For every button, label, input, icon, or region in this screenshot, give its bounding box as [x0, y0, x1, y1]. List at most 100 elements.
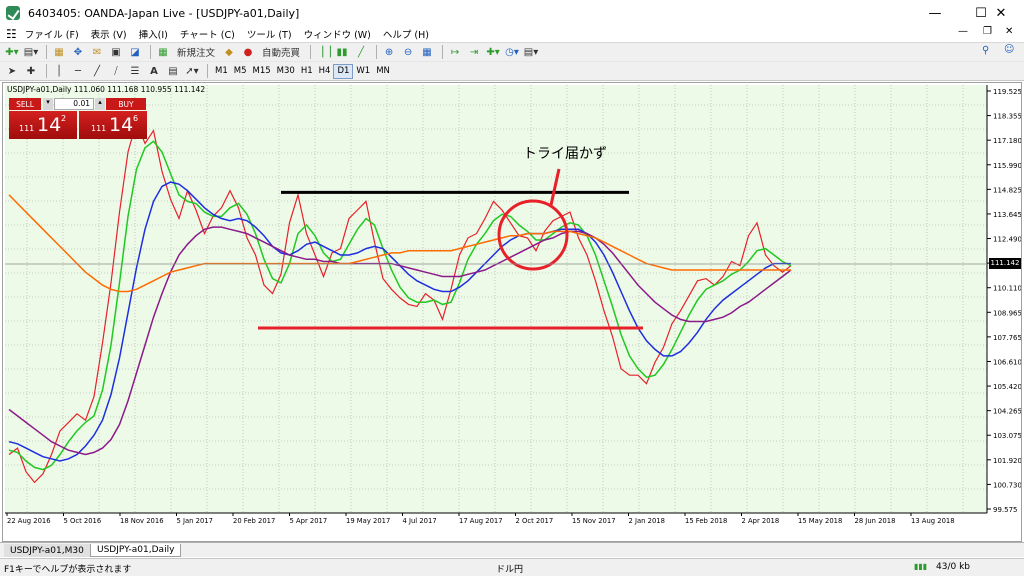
terminal-icon[interactable]: ▣ [108, 44, 124, 60]
buy-button[interactable]: 111 14 6 [79, 111, 147, 139]
close-button[interactable]: ✕ [978, 0, 1024, 26]
menu-view[interactable]: 表示 (V) [91, 27, 127, 41]
profiles-icon[interactable]: ▤▾ [23, 44, 39, 60]
title-bar: 6403405: OANDA-Japan Live - [USDJPY-a01,… [0, 0, 1024, 26]
drawing-toolbar: ➤ ✚ │ ─ ╱ ⧸ ☰ A ▤ ➚▾ M1 M5 M15 M30 H1 H4… [0, 61, 1024, 81]
menu-help[interactable]: ヘルプ (H) [383, 27, 429, 41]
chart-window[interactable]: 119.525 118.355 117.180 115.990 114.825 113.6… [2, 82, 1022, 542]
auto-trade-icon[interactable]: ● [240, 44, 256, 60]
crosshair-icon[interactable]: ✚ [23, 63, 39, 79]
sell-button-label[interactable]: SELL [9, 98, 41, 110]
cursor-icon[interactable]: ➤ [4, 63, 20, 79]
zoom-out-icon[interactable]: ⊖ [400, 44, 416, 60]
sell-button[interactable]: 111 14 2 [9, 111, 77, 139]
date-tick-label: 15 Feb 2018 [685, 517, 727, 525]
menu-bar: ☷ ファイル (F) 表示 (V) 挿入(I) チャート (C) ツール (T)… [0, 26, 1024, 42]
price-tick-label: 106.610 [993, 358, 1021, 366]
date-tick-label: 13 Aug 2018 [911, 517, 955, 525]
date-tick-label: 5 Apr 2017 [290, 517, 328, 525]
lot-down-icon[interactable]: ▾ [43, 98, 53, 110]
price-tick-label: 112.490 [993, 236, 1021, 244]
timeframe-m5[interactable]: M5 [231, 64, 250, 79]
buy-price-sup: 6 [133, 114, 139, 123]
tester-icon[interactable]: ◪ [127, 44, 143, 60]
chart-annotation-text: トライ届かず [523, 146, 607, 162]
chart-ohlc: 111.060 111.168 110.955 111.142 [73, 85, 206, 94]
child-close-button[interactable]: ✕ [1005, 26, 1013, 37]
price-tick-label: 115.990 [993, 162, 1021, 170]
chart-window-menu-icon[interactable]: ☷ [6, 27, 17, 41]
community-icon[interactable]: ☺ [1004, 44, 1014, 55]
menu-insert[interactable]: 挿入(I) [139, 27, 168, 41]
meta-editor-icon[interactable]: ◆ [221, 44, 237, 60]
periods-icon[interactable]: ◷▾ [504, 44, 520, 60]
menu-chart[interactable]: チャート (C) [180, 27, 235, 41]
price-tick-label: 105.420 [993, 383, 1021, 391]
date-tick-label: 18 Nov 2016 [120, 517, 164, 525]
lot-size-input[interactable]: 0.01 [54, 98, 94, 110]
new-order-button[interactable]: 新規注文 [174, 44, 218, 60]
one-click-trading-panel: SELL ▾ 0.01 ▴ BUY 111 14 2 111 14 6 [9, 98, 151, 140]
navigator-icon[interactable]: ✉ [89, 44, 105, 60]
horizontal-line-icon[interactable]: ─ [70, 63, 86, 79]
date-tick-label: 15 Nov 2017 [572, 517, 616, 525]
arrows-icon[interactable]: ➚▾ [184, 63, 200, 79]
price-tick-label: 101.920 [993, 457, 1021, 465]
candle-chart-icon[interactable]: ▮▮ [334, 44, 350, 60]
connection-icon: ▮▮▮ [914, 562, 928, 571]
tab-usdjpy-daily[interactable]: USDJPY-a01,Daily [90, 544, 182, 557]
date-tick-label: 22 Aug 2016 [7, 517, 51, 525]
equidistant-channel-icon[interactable]: ⧸ [108, 63, 124, 79]
menu-tools[interactable]: ツール (T) [247, 27, 292, 41]
timeframe-m30[interactable]: M30 [274, 64, 298, 79]
text-label-icon[interactable]: ▤ [165, 63, 181, 79]
autoscroll-icon[interactable]: ↦ [447, 44, 463, 60]
price-tick-label: 119.525 [993, 88, 1021, 96]
price-chart[interactable]: 119.525 118.355 117.180 115.990 114.825 113.6… [3, 83, 1021, 541]
tile-windows-icon[interactable]: ▦ [419, 44, 435, 60]
date-tick-label: 2 Apr 2018 [742, 517, 780, 525]
market-watch-icon[interactable]: ▦ [51, 44, 67, 60]
timeframe-h4[interactable]: H4 [316, 64, 334, 79]
text-icon[interactable]: A [146, 63, 162, 79]
date-tick-label: 28 Jun 2018 [855, 517, 896, 525]
menu-file[interactable]: ファイル (F) [25, 27, 79, 41]
templates-icon[interactable]: ▤▾ [523, 44, 539, 60]
new-chart-icon[interactable]: ✚▾ [4, 44, 20, 60]
line-chart-icon[interactable]: ╱ [353, 44, 369, 60]
price-tick-label: 104.265 [993, 408, 1021, 416]
fibonacci-icon[interactable]: ☰ [127, 63, 143, 79]
lot-up-icon[interactable]: ▴ [95, 98, 105, 110]
app-logo-icon [6, 6, 20, 20]
timeframe-mn[interactable]: MN [373, 64, 393, 79]
child-minimize-button[interactable]: — [958, 26, 968, 37]
timeframe-h1[interactable]: H1 [298, 64, 316, 79]
menu-window[interactable]: ウィンドウ (W) [304, 27, 371, 41]
buy-button-label[interactable]: BUY [106, 98, 146, 110]
trendline-icon[interactable]: ╱ [89, 63, 105, 79]
vertical-line-icon[interactable]: │ [51, 63, 67, 79]
child-restore-button[interactable]: ❐ [983, 26, 992, 37]
tab-usdjpy-m30[interactable]: USDJPY-a01,M30 [4, 544, 90, 557]
chart-shift-icon[interactable]: ⇥ [466, 44, 482, 60]
auto-trade-button[interactable]: 自動売買 [259, 44, 303, 60]
bar-chart-icon[interactable]: ▕▕ [315, 44, 331, 60]
date-tick-label: 4 Jul 2017 [403, 517, 437, 525]
new-order-icon[interactable]: ▦ [155, 44, 171, 60]
price-tick-label: 110.110 [993, 285, 1021, 293]
buy-price-prefix: 111 [91, 124, 107, 133]
timeframe-m15[interactable]: M15 [250, 64, 274, 79]
timeframe-d1[interactable]: D1 [333, 63, 354, 79]
zoom-in-icon[interactable]: ⊕ [381, 44, 397, 60]
price-tick-label: 113.645 [993, 211, 1021, 219]
timeframe-w1[interactable]: W1 [353, 64, 373, 79]
current-price-label: 111.142 [989, 258, 1021, 269]
search-icon[interactable]: ⚲ [982, 45, 989, 56]
data-window-icon[interactable]: ✥ [70, 44, 86, 60]
minimize-button[interactable]: — [912, 0, 958, 26]
price-tick-label: 118.355 [993, 113, 1021, 121]
date-tick-label: 19 May 2017 [346, 517, 390, 525]
price-tick-label: 114.825 [993, 186, 1021, 194]
timeframe-m1[interactable]: M1 [212, 64, 231, 79]
indicators-icon[interactable]: ✚▾ [485, 44, 501, 60]
